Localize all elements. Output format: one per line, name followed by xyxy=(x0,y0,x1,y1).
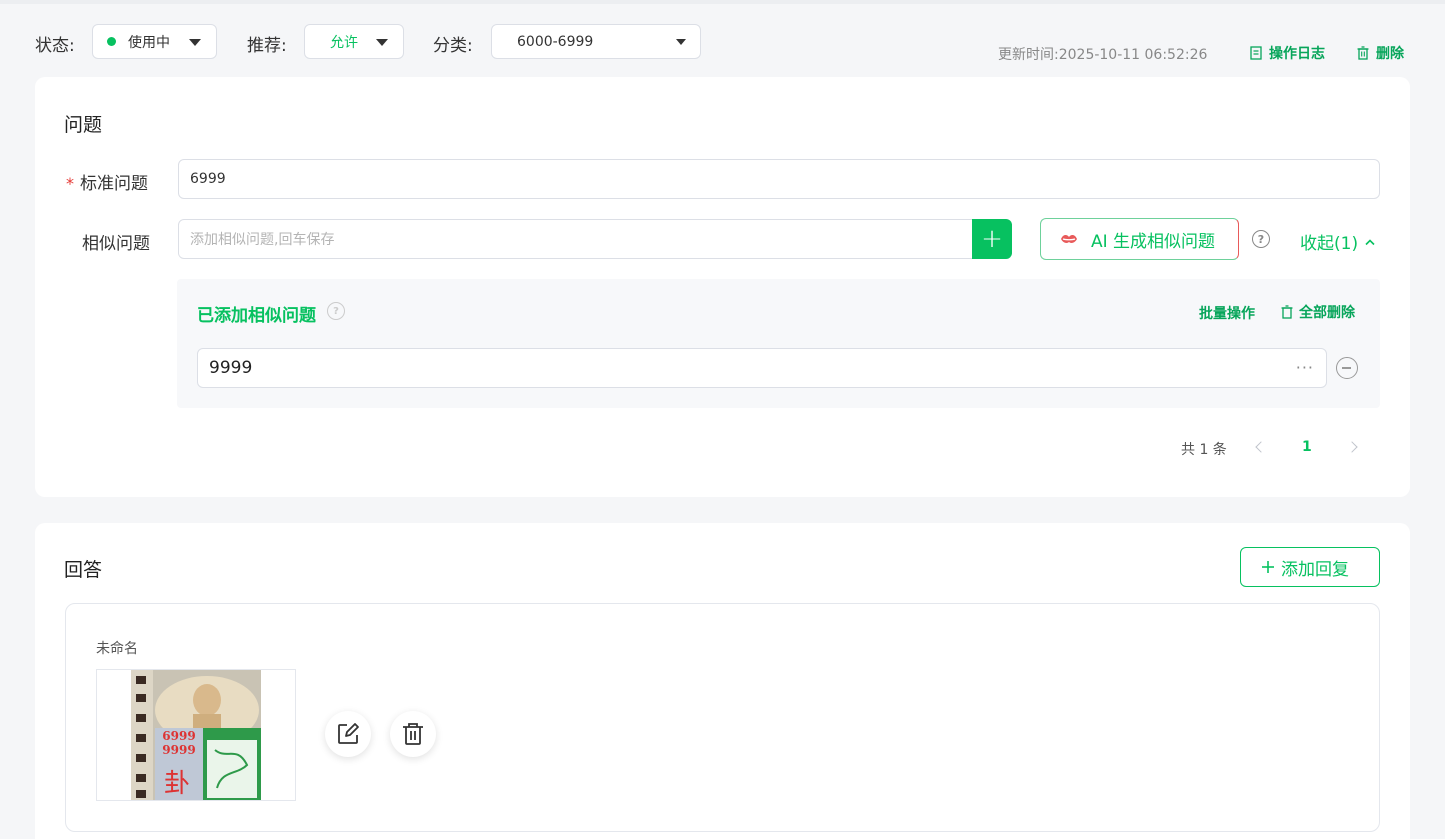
pager-current-page[interactable]: 1 xyxy=(1302,439,1312,455)
trash-icon xyxy=(1281,305,1293,319)
pager-total: 共 1 条 xyxy=(1181,442,1227,458)
trash-icon xyxy=(403,723,423,745)
chevron-down-icon xyxy=(376,39,388,46)
status-label: 状态: xyxy=(35,36,75,56)
chevron-right-icon[interactable] xyxy=(1346,441,1358,453)
chevron-down-icon xyxy=(676,39,686,45)
add-reply-button[interactable]: 添加回复 xyxy=(1240,547,1380,587)
reply-image[interactable]: 6999 9999 卦 xyxy=(96,669,296,801)
add-reply-label: 添加回复 xyxy=(1281,559,1349,580)
category-label: 分类: xyxy=(433,36,473,56)
chevron-left-icon[interactable] xyxy=(1255,441,1267,453)
similar-question-placeholder: 添加相似问题,回车保存 xyxy=(190,232,335,248)
recommend-label: 推荐: xyxy=(247,36,287,56)
operation-log-link[interactable]: 操作日志 xyxy=(1249,43,1325,63)
batch-operation-link[interactable]: 批量操作 xyxy=(1199,303,1255,323)
reply-image-graphic: 6999 9999 卦 xyxy=(131,670,261,800)
ai-lips-icon xyxy=(1061,234,1077,243)
trash-icon xyxy=(1357,46,1369,60)
answer-card: 回答 添加回复 未命名 6999 9999 卦 xyxy=(35,523,1410,839)
image-number-bottom: 9999 xyxy=(162,743,195,757)
operation-log-label: 操作日志 xyxy=(1269,46,1325,62)
similar-question-label: 相似问题 xyxy=(82,234,150,254)
delete-all-link[interactable]: 全部删除 xyxy=(1280,302,1355,322)
answer-section-title: 回答 xyxy=(64,559,103,581)
similar-question-text: 9999 xyxy=(209,358,253,378)
chevron-down-icon xyxy=(189,39,201,46)
added-similar-title: 已添加相似问题 xyxy=(197,306,316,326)
plus-icon: + xyxy=(981,224,1003,254)
top-divider xyxy=(0,0,1445,4)
required-mark: * xyxy=(66,174,74,193)
edit-reply-button[interactable] xyxy=(325,711,371,757)
help-icon[interactable]: ? xyxy=(327,302,345,320)
chevron-up-icon xyxy=(1365,238,1375,245)
plus-icon xyxy=(1262,561,1274,573)
delete-link[interactable]: 删除 xyxy=(1356,43,1404,63)
remove-circle-icon[interactable] xyxy=(1336,357,1358,379)
status-value: 使用中 xyxy=(128,34,170,51)
updated-time: 更新时间:2025-10-11 06:52:26 xyxy=(998,47,1208,63)
standard-question-value: 6999 xyxy=(190,171,226,187)
added-similar-panel: 已添加相似问题 ? 批量操作 全部删除 9999 ··· xyxy=(177,279,1380,408)
question-section-title: 问题 xyxy=(64,114,103,136)
standard-question-label: * 标准问题 xyxy=(66,169,148,194)
add-similar-button[interactable]: + xyxy=(972,219,1012,259)
edit-icon xyxy=(338,723,359,744)
category-select[interactable]: 6000-6999 xyxy=(491,24,701,59)
collapse-link[interactable]: 收起(1) xyxy=(1300,229,1376,254)
image-big-char: 卦 xyxy=(164,769,190,799)
question-card: 问题 * 标准问题 6999 相似问题 添加相似问题,回车保存 + AI 生成相似… xyxy=(35,77,1410,497)
similar-question-item[interactable]: 9999 ··· xyxy=(197,348,1327,388)
delete-all-label: 全部删除 xyxy=(1299,305,1355,321)
ai-generate-label: AI 生成相似问题 xyxy=(1091,231,1216,252)
collapse-label: 收起(1) xyxy=(1300,234,1359,254)
standard-question-input[interactable]: 6999 xyxy=(178,159,1380,199)
ai-generate-button[interactable]: AI 生成相似问题 xyxy=(1040,218,1239,260)
standard-question-label-text: 标准问题 xyxy=(80,174,148,194)
recommend-select[interactable]: 允许 xyxy=(304,24,404,59)
delete-reply-button[interactable] xyxy=(390,711,436,757)
status-dot-icon xyxy=(107,37,116,46)
help-icon[interactable]: ? xyxy=(1252,230,1270,248)
similar-question-input[interactable]: 添加相似问题,回车保存 xyxy=(178,219,978,259)
delete-label: 删除 xyxy=(1376,46,1404,62)
recommend-value: 允许 xyxy=(330,34,358,51)
status-select[interactable]: 使用中 xyxy=(92,24,217,59)
document-icon xyxy=(1250,46,1262,60)
image-number-top: 6999 xyxy=(162,729,195,743)
category-value: 6000-6999 xyxy=(517,33,594,50)
reply-item: 未命名 6999 9999 卦 xyxy=(65,603,1380,832)
reply-name: 未命名 xyxy=(96,641,138,657)
more-icon[interactable]: ··· xyxy=(1296,358,1314,377)
